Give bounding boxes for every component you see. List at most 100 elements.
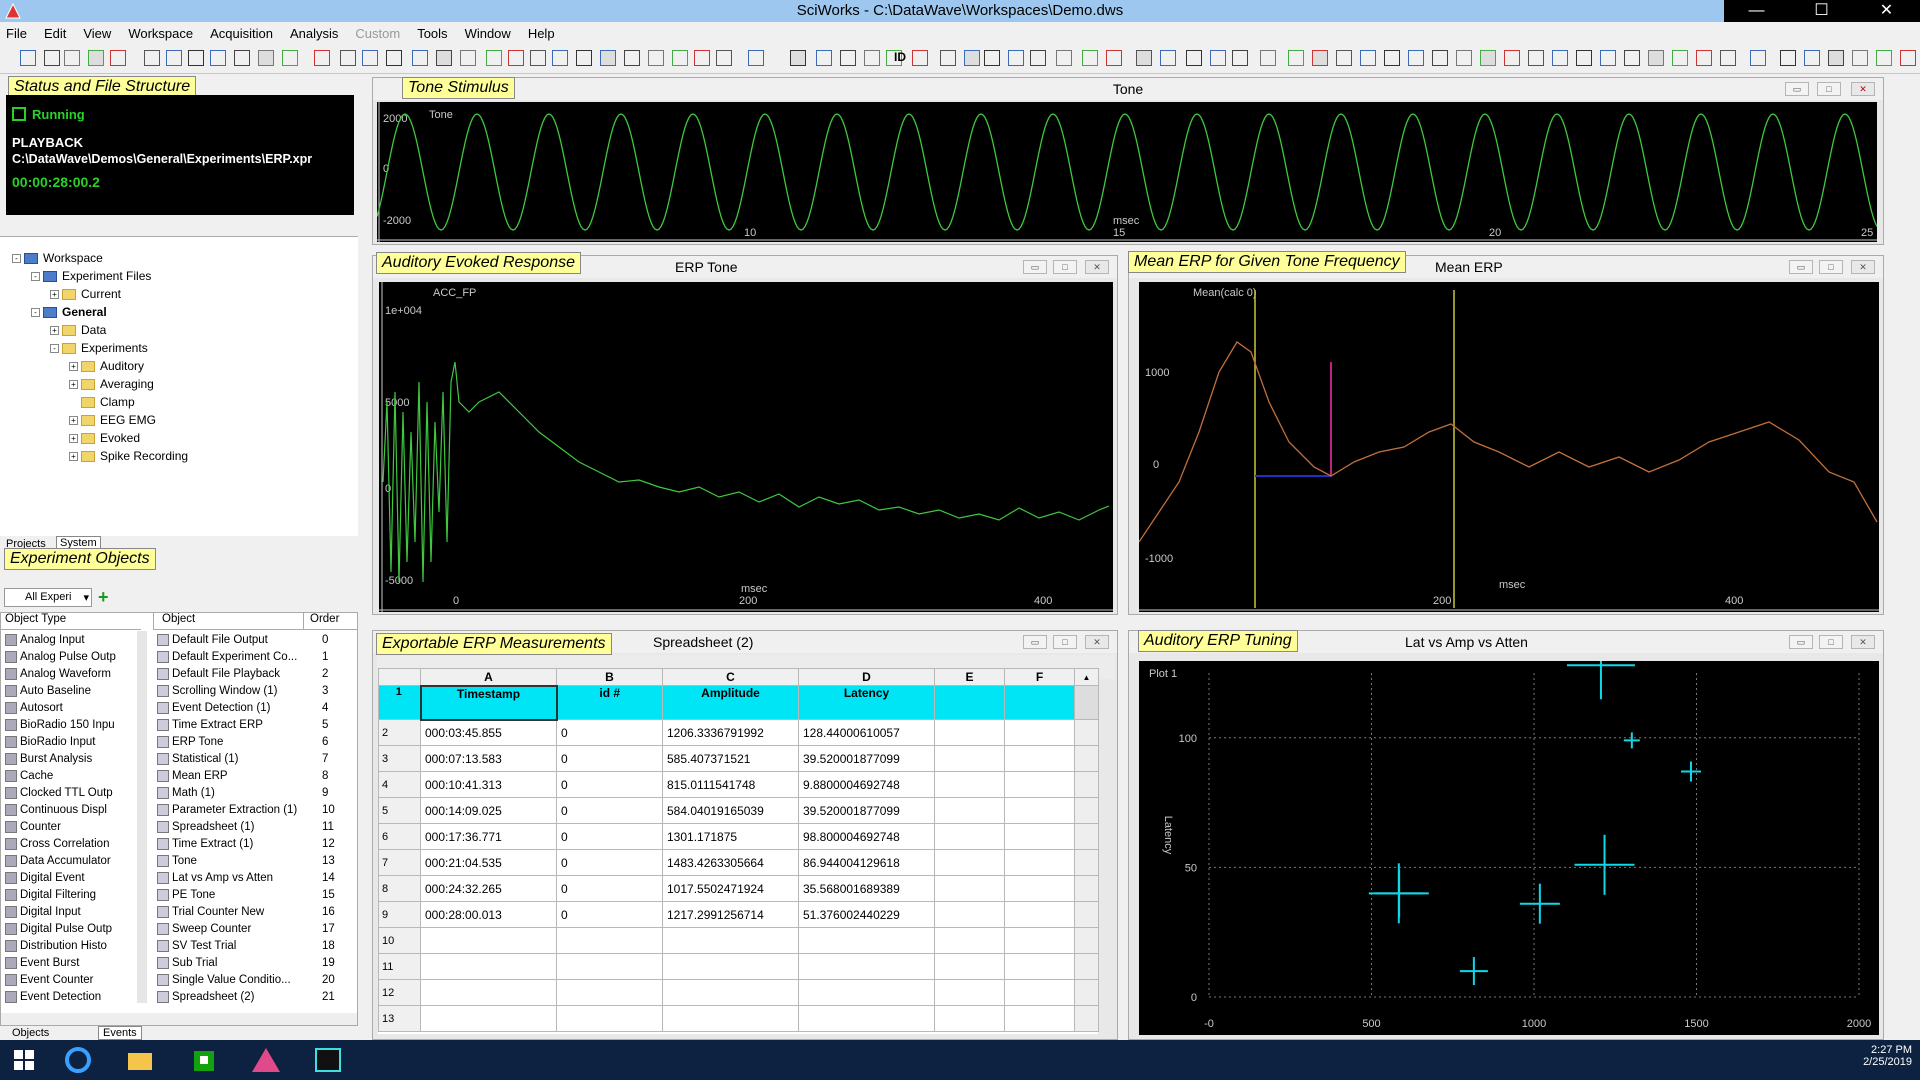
toolbar-button-icon[interactable]: [1504, 50, 1520, 66]
toolbar-button-icon[interactable]: [1672, 50, 1688, 66]
capture-app-icon[interactable]: [308, 1044, 348, 1076]
toolbar-button-icon[interactable]: [672, 50, 688, 66]
toolbar-button-icon[interactable]: [1828, 50, 1844, 66]
toolbar-button-icon[interactable]: [964, 50, 980, 66]
toolbar-button-icon[interactable]: [600, 50, 616, 66]
cell[interactable]: [798, 1005, 935, 1032]
row-number[interactable]: 4: [378, 771, 421, 798]
toolbar-button-icon[interactable]: [88, 50, 104, 66]
cell[interactable]: [798, 953, 935, 980]
cell[interactable]: 000:03:45.855: [420, 719, 557, 746]
toolbar-button-icon[interactable]: [1456, 50, 1472, 66]
cell[interactable]: 0: [556, 823, 663, 850]
toolbar-button-icon[interactable]: [1210, 50, 1226, 66]
toolbar-button-icon[interactable]: [1876, 50, 1892, 66]
object-type-item[interactable]: Data Accumulator: [5, 852, 135, 869]
object-filter-dropdown[interactable]: All Experi ▾: [4, 588, 92, 607]
cell[interactable]: [1004, 901, 1075, 928]
cell[interactable]: [662, 979, 799, 1006]
tree-item[interactable]: + Auditory: [69, 359, 144, 373]
row-number[interactable]: 2: [378, 719, 421, 746]
toolbar-button-icon[interactable]: [340, 50, 356, 66]
object-type-item[interactable]: Autosort: [5, 699, 135, 716]
collapse-icon[interactable]: -: [12, 253, 21, 263]
expand-icon[interactable]: +: [69, 361, 78, 371]
vscrollbar[interactable]: [1074, 901, 1099, 928]
cell[interactable]: 1301.171875: [662, 823, 799, 850]
minimize-icon[interactable]: ▭: [1785, 82, 1809, 96]
object-item[interactable]: Spreadsheet (1) 11: [157, 818, 355, 835]
cell[interactable]: [556, 979, 663, 1006]
minimize-icon[interactable]: ▭: [1023, 260, 1047, 274]
cell[interactable]: [934, 979, 1005, 1006]
close-icon[interactable]: ✕: [1085, 260, 1109, 274]
cell[interactable]: [934, 823, 1005, 850]
file-explorer-icon[interactable]: [120, 1044, 160, 1076]
column-letter[interactable]: E: [934, 668, 1005, 686]
cell[interactable]: 86.944004129618: [798, 849, 935, 876]
toolbar-button-icon[interactable]: [1260, 50, 1276, 66]
toolbar-button-icon[interactable]: [716, 50, 732, 66]
types-scrollbar[interactable]: [137, 631, 147, 1003]
cell[interactable]: 0: [556, 771, 663, 798]
tree-item[interactable]: - Experiment Files: [31, 269, 151, 283]
toolbar-button-icon[interactable]: [166, 50, 182, 66]
toolbar-button-icon[interactable]: [1624, 50, 1640, 66]
toolbar-button-icon[interactable]: [1432, 50, 1448, 66]
maximize-button[interactable]: ☐: [1789, 0, 1854, 22]
tree-item[interactable]: - Workspace: [12, 251, 103, 265]
menu-file[interactable]: File: [6, 26, 27, 41]
close-icon[interactable]: ✕: [1851, 635, 1875, 649]
object-item[interactable]: Default File Output 0: [157, 631, 355, 648]
toolbar-button-icon[interactable]: [362, 50, 378, 66]
toolbar-button-icon[interactable]: [1186, 50, 1202, 66]
toolbar-button-icon[interactable]: [234, 50, 250, 66]
erp-plot[interactable]: 1e+004 5000 0 -5000 ACC_FP 0 200 400 msec: [379, 282, 1113, 612]
object-type-item[interactable]: Event Detection: [5, 988, 135, 1005]
cell[interactable]: [420, 979, 557, 1006]
object-item[interactable]: Single Value Conditio... 20: [157, 971, 355, 988]
minimize-icon[interactable]: ▭: [1789, 260, 1813, 274]
cell[interactable]: 98.800004692748: [798, 823, 935, 850]
cell[interactable]: [662, 1005, 799, 1032]
tree-item[interactable]: + Evoked: [69, 431, 140, 445]
object-item[interactable]: Parameter Extraction (1) 10: [157, 801, 355, 818]
cell[interactable]: 000:10:41.313: [420, 771, 557, 798]
menu-workspace[interactable]: Workspace: [128, 26, 193, 41]
col-object-type[interactable]: Object Type: [1, 613, 141, 630]
toolbar-button-icon[interactable]: [1648, 50, 1664, 66]
cell[interactable]: [934, 745, 1005, 772]
cell[interactable]: 39.520001877099: [798, 797, 935, 824]
header-cell[interactable]: [1004, 685, 1075, 720]
tab-objects[interactable]: Objects: [12, 1027, 49, 1039]
object-item[interactable]: Math (1) 9: [157, 784, 355, 801]
toolbar-button-icon[interactable]: [840, 50, 856, 66]
toolbar-button-icon[interactable]: [940, 50, 956, 66]
cell[interactable]: [1004, 927, 1075, 954]
toolbar-button-icon[interactable]: [694, 50, 710, 66]
menu-edit[interactable]: Edit: [44, 26, 66, 41]
expand-icon[interactable]: +: [50, 289, 59, 299]
maximize-icon[interactable]: □: [1817, 82, 1841, 96]
toolbar-button-icon[interactable]: [648, 50, 664, 66]
cell[interactable]: [934, 901, 1005, 928]
object-item[interactable]: Mean ERP 8: [157, 767, 355, 784]
toolbar-button-icon[interactable]: [1720, 50, 1736, 66]
cell[interactable]: [662, 953, 799, 980]
object-type-item[interactable]: Digital Event: [5, 869, 135, 886]
object-type-item[interactable]: Counter: [5, 818, 135, 835]
menu-window[interactable]: Window: [465, 26, 511, 41]
vscrollbar[interactable]: [1074, 719, 1099, 746]
object-item[interactable]: Statistical (1) 7: [157, 750, 355, 767]
object-item[interactable]: Time Extract (1) 12: [157, 835, 355, 852]
object-item[interactable]: ERP Tone 6: [157, 733, 355, 750]
cell[interactable]: [934, 1005, 1005, 1032]
cell[interactable]: 000:24:32.265: [420, 875, 557, 902]
toolbar-button-icon[interactable]: [1528, 50, 1544, 66]
cell[interactable]: [934, 797, 1005, 824]
toolbar-button-icon[interactable]: [110, 50, 126, 66]
object-type-item[interactable]: Analog Waveform: [5, 665, 135, 682]
vscrollbar[interactable]: [1074, 745, 1099, 772]
row-number[interactable]: 9: [378, 901, 421, 928]
object-item[interactable]: Sub Trial 19: [157, 954, 355, 971]
